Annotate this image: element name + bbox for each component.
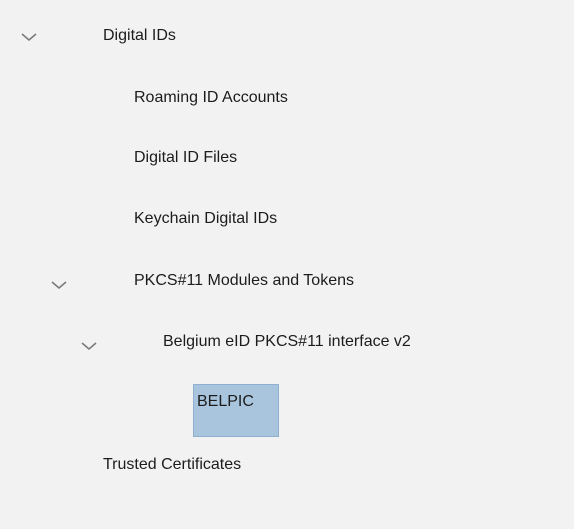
- tree-item-roaming-id-accounts[interactable]: Roaming ID Accounts: [134, 88, 288, 108]
- tree-item-trusted-certificates[interactable]: Trusted Certificates: [103, 455, 241, 475]
- tree-item-belpic-label: BELPIC: [197, 393, 254, 410]
- tree-item-keychain-digital-ids[interactable]: Keychain Digital IDs: [134, 209, 277, 229]
- tree-item-pkcs11-modules[interactable]: PKCS#11 Modules and Tokens: [134, 271, 354, 291]
- digital-id-tree: Digital IDs Roaming ID Accounts Digital …: [0, 0, 574, 529]
- tree-item-digital-id-files[interactable]: Digital ID Files: [134, 148, 237, 168]
- tree-item-digital-ids[interactable]: Digital IDs: [103, 26, 176, 46]
- chevron-down-icon[interactable]: [80, 340, 98, 352]
- tree-item-belgium-eid[interactable]: Belgium eID PKCS#11 interface v2: [163, 332, 411, 352]
- tree-item-belpic-selected[interactable]: BELPIC: [193, 384, 279, 437]
- chevron-down-icon[interactable]: [50, 279, 68, 291]
- chevron-down-icon[interactable]: [20, 31, 38, 43]
